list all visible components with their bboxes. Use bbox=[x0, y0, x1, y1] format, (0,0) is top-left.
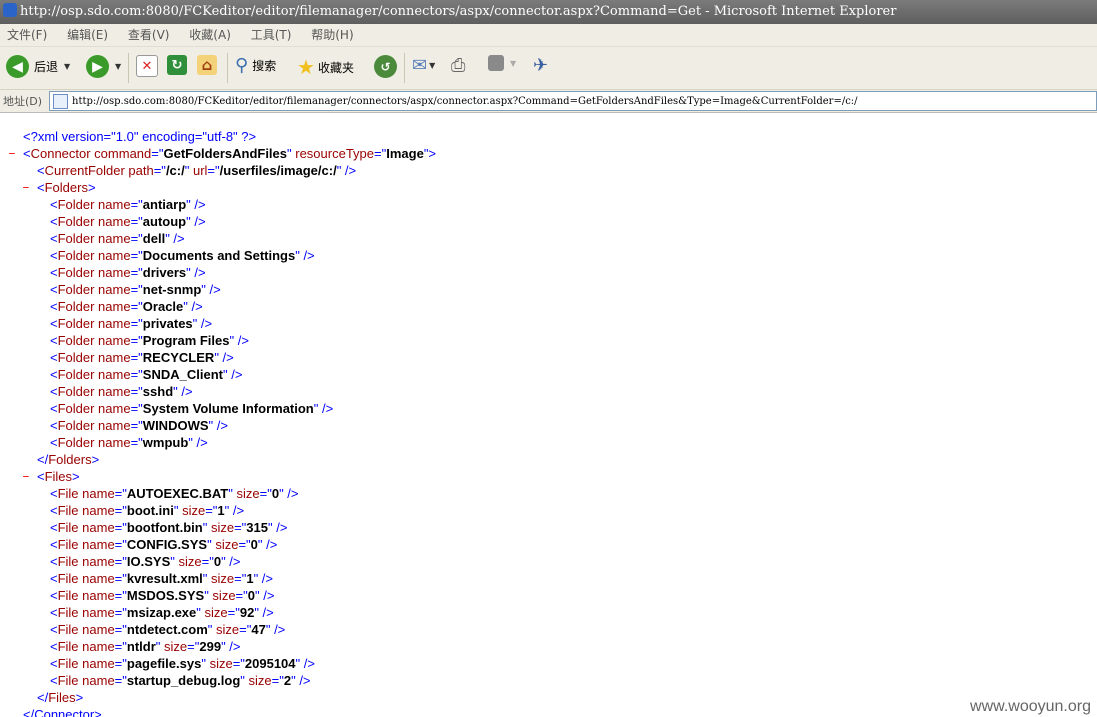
file-entry: <File name="msizap.exe" size="92" /> bbox=[50, 605, 274, 620]
menu-help[interactable]: 帮助(H) bbox=[311, 24, 353, 46]
messenger-button[interactable]: ✈ bbox=[533, 55, 548, 76]
folder-entry: <Folder name="RECYCLER" /> bbox=[50, 350, 234, 365]
edit-button[interactable]: ▼ bbox=[488, 55, 516, 71]
back-button-label: 后退 bbox=[34, 60, 59, 74]
print-icon: ⎙ bbox=[451, 55, 466, 76]
search-button[interactable]: ⚲ 搜索 bbox=[235, 55, 276, 76]
home-icon: ⌂ bbox=[197, 55, 217, 75]
standard-toolbar: ◀ 后退 ▼ ▶ ▼ ✕ ↻ ⌂ ⚲ 搜索 ★ 收藏夹 ↺ ✉ ▼ ⎙ ▼ ✈ bbox=[0, 47, 1097, 90]
file-entry: <File name="kvresult.xml" size="1" /> bbox=[50, 571, 274, 586]
page-icon bbox=[53, 93, 68, 109]
menu-bar: 文件(F) 编辑(E) 查看(V) 收藏(A) 工具(T) 帮助(H) bbox=[0, 24, 1097, 47]
home-button[interactable]: ⌂ bbox=[197, 55, 217, 75]
forward-arrow-icon: ▶ bbox=[86, 55, 109, 78]
files-open-tag: <Files> bbox=[37, 469, 80, 484]
connector-open-tag: <Connector command="GetFoldersAndFiles" … bbox=[23, 146, 437, 161]
folder-entry: <Folder name="Oracle" /> bbox=[50, 299, 203, 314]
address-bar: 地址(D) http://osp.sdo.com:8080/FCKeditor/… bbox=[0, 90, 1097, 113]
folder-entry: <Folder name="System Volume Information"… bbox=[50, 401, 334, 416]
folder-entry: <Folder name="antiarp" /> bbox=[50, 197, 206, 212]
menu-tools[interactable]: 工具(T) bbox=[251, 24, 292, 46]
search-button-label: 搜索 bbox=[252, 59, 277, 73]
menu-edit[interactable]: 编辑(E) bbox=[67, 24, 108, 46]
address-label: 地址(D) bbox=[3, 95, 43, 108]
refresh-icon: ↻ bbox=[167, 55, 187, 75]
favorites-star-icon: ★ bbox=[297, 55, 315, 79]
edit-icon bbox=[488, 55, 504, 71]
file-entry: <File name="MSDOS.SYS" size="0" /> bbox=[50, 588, 275, 603]
xml-document-view: <?xml version="1.0" encoding="utf-8" ?> … bbox=[0, 113, 1097, 717]
file-entry: <File name="startup_debug.log" size="2" … bbox=[50, 673, 311, 688]
window-title-bar: http://osp.sdo.com:8080/FCKeditor/editor… bbox=[0, 0, 1097, 24]
mail-icon: ✉ bbox=[412, 55, 428, 76]
folders-close-tag: </Folders> bbox=[37, 452, 100, 467]
folder-entry: <Folder name="wmpub" /> bbox=[50, 435, 208, 450]
favorites-button[interactable]: ★ 收藏夹 bbox=[297, 55, 354, 79]
file-entry: <File name="bootfont.bin" size="315" /> bbox=[50, 520, 288, 535]
watermark: www.wooyun.org bbox=[962, 698, 1097, 717]
menu-favorites[interactable]: 收藏(A) bbox=[189, 24, 231, 46]
folder-entry: <Folder name="drivers" /> bbox=[50, 265, 206, 280]
print-button[interactable]: ⎙ bbox=[451, 55, 465, 76]
current-folder-tag: <CurrentFolder path="/c:/" url="/userfil… bbox=[37, 163, 357, 178]
menu-file[interactable]: 文件(F) bbox=[7, 24, 47, 46]
refresh-button[interactable]: ↻ bbox=[167, 55, 187, 75]
mail-dropdown-icon[interactable]: ▼ bbox=[429, 61, 435, 70]
collapse-files-toggle[interactable]: – bbox=[22, 468, 30, 485]
collapse-connector-toggle[interactable]: – bbox=[8, 145, 16, 162]
stop-button[interactable]: ✕ bbox=[136, 55, 158, 77]
messenger-icon: ✈ bbox=[533, 55, 549, 76]
ie-logo-icon bbox=[3, 3, 17, 17]
favorites-button-label: 收藏夹 bbox=[317, 60, 354, 75]
folder-entry: <Folder name="Documents and Settings" /> bbox=[50, 248, 315, 263]
edit-dropdown-icon[interactable]: ▼ bbox=[510, 59, 516, 68]
toolbar-separator bbox=[404, 53, 405, 83]
connector-close-tag: </Connector> bbox=[23, 707, 102, 717]
folder-entry: <Folder name="WINDOWS" /> bbox=[50, 418, 228, 433]
xml-declaration: <?xml version="1.0" encoding="utf-8" ?> bbox=[23, 129, 257, 144]
back-dropdown-icon[interactable]: ▼ bbox=[64, 62, 70, 71]
back-arrow-icon: ◀ bbox=[6, 55, 29, 78]
stop-icon: ✕ bbox=[136, 55, 158, 77]
folder-entry: <Folder name="SNDA_Client" /> bbox=[50, 367, 243, 382]
history-button[interactable]: ↺ bbox=[374, 55, 397, 78]
files-close-tag: </Files> bbox=[37, 690, 84, 705]
toolbar-separator bbox=[227, 53, 228, 83]
file-entry: <File name="CONFIG.SYS" size="0" /> bbox=[50, 537, 278, 552]
folder-entry: <Folder name="privates" /> bbox=[50, 316, 213, 331]
folder-entry: <Folder name="dell" /> bbox=[50, 231, 185, 246]
forward-button[interactable]: ▶ ▼ bbox=[86, 55, 121, 78]
search-icon: ⚲ bbox=[235, 55, 249, 76]
file-entry: <File name="IO.SYS" size="0" /> bbox=[50, 554, 241, 569]
address-input[interactable]: http://osp.sdo.com:8080/FCKeditor/editor… bbox=[49, 91, 1097, 111]
folder-entry: <Folder name="net-snmp" /> bbox=[50, 282, 221, 297]
menu-view[interactable]: 查看(V) bbox=[128, 24, 170, 46]
window-title: http://osp.sdo.com:8080/FCKeditor/editor… bbox=[20, 4, 897, 19]
file-entry: <File name="ntldr" size="299" /> bbox=[50, 639, 241, 654]
address-url[interactable]: http://osp.sdo.com:8080/FCKeditor/editor… bbox=[72, 96, 858, 107]
forward-dropdown-icon[interactable]: ▼ bbox=[115, 62, 121, 71]
folder-entry: <Folder name="autoup" /> bbox=[50, 214, 206, 229]
folders-open-tag: <Folders> bbox=[37, 180, 96, 195]
collapse-folders-toggle[interactable]: – bbox=[22, 179, 30, 196]
back-button[interactable]: ◀ 后退 ▼ bbox=[6, 55, 70, 78]
file-entry: <File name="ntdetect.com" size="47" /> bbox=[50, 622, 286, 637]
folder-entry: <Folder name="sshd" /> bbox=[50, 384, 193, 399]
mail-button[interactable]: ✉ ▼ bbox=[412, 55, 435, 76]
history-icon: ↺ bbox=[374, 55, 397, 78]
file-entry: <File name="pagefile.sys" size="2095104"… bbox=[50, 656, 315, 671]
toolbar-separator bbox=[128, 53, 129, 83]
folder-entry: <Folder name="Program Files" /> bbox=[50, 333, 249, 348]
file-entry: <File name="AUTOEXEC.BAT" size="0" /> bbox=[50, 486, 299, 501]
file-entry: <File name="boot.ini" size="1" /> bbox=[50, 503, 245, 518]
